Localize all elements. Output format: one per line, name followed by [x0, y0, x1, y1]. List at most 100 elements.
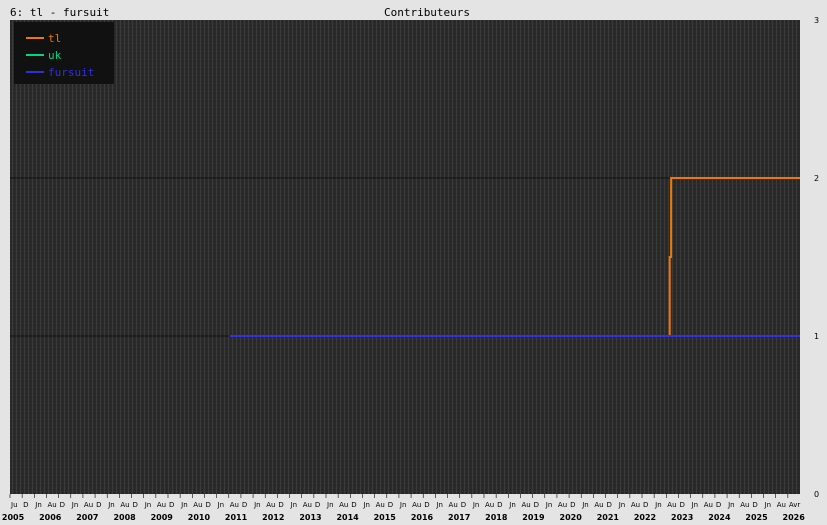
month-tick-label: D [679, 501, 684, 509]
month-tick-label: Jn [362, 501, 370, 509]
month-tick-label: Au [339, 501, 348, 509]
month-tick-label: Au [667, 501, 676, 509]
month-tick-label: Jn [253, 501, 261, 509]
year-label-2020: 2020 [560, 513, 583, 522]
year-label-2016: 2016 [411, 513, 434, 522]
month-tick-layer: Ju D Jn Au D Jn Au D Jn Au D Jn Au D Jn Au D Jn Au D Jn Au D Jn… [9, 494, 801, 509]
x-axis-layer: 2005 2006 2007 2008 2009 2010 2011 2012 2013 2014… [2, 513, 805, 522]
month-tick-label: D [570, 501, 575, 509]
month-tick-label: Jn [618, 501, 626, 509]
month-tick-label: Jn [326, 501, 334, 509]
y-tick-label: 0 [814, 490, 819, 499]
year-label-2015: 2015 [374, 513, 397, 522]
month-tick-label: Jn [34, 501, 42, 509]
month-tick-label: Au [777, 501, 786, 509]
month-tick-label: Au [84, 501, 93, 509]
month-tick-label: Jn [691, 501, 699, 509]
month-tick-label: Jn [180, 501, 188, 509]
year-label-2024: 2024 [708, 513, 731, 522]
month-tick-label: D [60, 501, 65, 509]
month-tick-label: Au [266, 501, 275, 509]
year-label-2018: 2018 [485, 513, 508, 522]
month-tick-label: Jn [727, 501, 735, 509]
year-label-2022: 2022 [634, 513, 656, 522]
year-label-2009: 2009 [151, 513, 174, 522]
month-tick-label: Au [704, 501, 713, 509]
month-tick-label: D [96, 501, 101, 509]
month-tick-label: D [643, 501, 648, 509]
month-tick-label: Au [303, 501, 312, 509]
y-tick-label: 2 [814, 174, 819, 183]
month-tick-label: Jn [472, 501, 480, 509]
month-tick-label: Au [449, 501, 458, 509]
year-label-2007: 2007 [76, 513, 98, 522]
year-label-2006: 2006 [39, 513, 62, 522]
legend: tl uk fursuit [14, 22, 114, 84]
month-tick-label: Au [412, 501, 421, 509]
month-tick-label: D [461, 501, 466, 509]
legend-label-fursuit: fursuit [48, 66, 94, 79]
month-tick-label: Au [230, 501, 239, 509]
year-label-2025: 2025 [745, 513, 768, 522]
plot-area [10, 20, 800, 494]
month-tick-label: Jn [217, 501, 225, 509]
legend-label-tl: tl [48, 32, 61, 45]
month-tick-label: D [607, 501, 612, 509]
month-tick-label: Ju [10, 501, 18, 509]
chart-left-title: 6: tl - fursuit [10, 6, 109, 19]
month-tick-label: Au [120, 501, 129, 509]
month-tick-label: Jn [435, 501, 443, 509]
month-tick-label: Au [485, 501, 494, 509]
month-tick-label: D [424, 501, 429, 509]
month-tick-label: Au [376, 501, 385, 509]
month-tick-label: Jn [290, 501, 298, 509]
year-label-2014: 2014 [336, 513, 359, 522]
year-label-2012: 2012 [262, 513, 284, 522]
year-label-2005: 2005 [2, 513, 25, 522]
month-tick-label: Jn [399, 501, 407, 509]
contributors-chart: 6: tl - fursuit Contributeurs Ju D Jn Au D Jn… [2, 6, 819, 522]
month-tick-label: D [278, 501, 283, 509]
month-tick-label: D [752, 501, 757, 509]
year-label-2013: 2013 [299, 513, 321, 522]
month-tick-label: Jn [71, 501, 79, 509]
month-tick-label: D [534, 501, 539, 509]
y-axis-layer: 0 1 2 3 [814, 16, 819, 499]
month-tick-label: Jn [545, 501, 553, 509]
year-label-2023: 2023 [671, 513, 693, 522]
month-tick-label: Au [631, 501, 640, 509]
y-tick-label: 3 [814, 16, 819, 25]
month-tick-label: D [23, 501, 28, 509]
month-tick-label: Au [594, 501, 603, 509]
month-tick-label: Au [740, 501, 749, 509]
y-tick-label: 1 [814, 332, 819, 341]
month-tick-label: Au [47, 501, 56, 509]
month-tick-label: D [716, 501, 721, 509]
month-tick-label: D [133, 501, 138, 509]
year-label-2017: 2017 [448, 513, 470, 522]
month-tick-label: D [205, 501, 210, 509]
month-tick-label: Avr [789, 501, 801, 509]
month-tick-label: D [242, 501, 247, 509]
month-tick-label: Au [193, 501, 202, 509]
month-tick-label: D [388, 501, 393, 509]
month-tick-label: Au [521, 501, 530, 509]
month-tick-label: Jn [581, 501, 589, 509]
year-label-2010: 2010 [188, 513, 211, 522]
month-tick-label: D [315, 501, 320, 509]
month-tick-label: Jn [654, 501, 662, 509]
year-label-2026: 2026 [783, 513, 806, 522]
year-label-2008: 2008 [113, 513, 136, 522]
year-label-2011: 2011 [225, 513, 248, 522]
chart-title: Contributeurs [384, 6, 470, 19]
year-label-2019: 2019 [522, 513, 545, 522]
month-tick-label: D [169, 501, 174, 509]
month-tick-label: Au [157, 501, 166, 509]
month-tick-label: Au [558, 501, 567, 509]
month-tick-label: D [497, 501, 502, 509]
month-tick-label: Jn [508, 501, 516, 509]
month-tick-label: Jn [144, 501, 152, 509]
month-tick-label: Jn [764, 501, 772, 509]
year-label-2021: 2021 [597, 513, 620, 522]
legend-label-uk: uk [48, 49, 62, 62]
